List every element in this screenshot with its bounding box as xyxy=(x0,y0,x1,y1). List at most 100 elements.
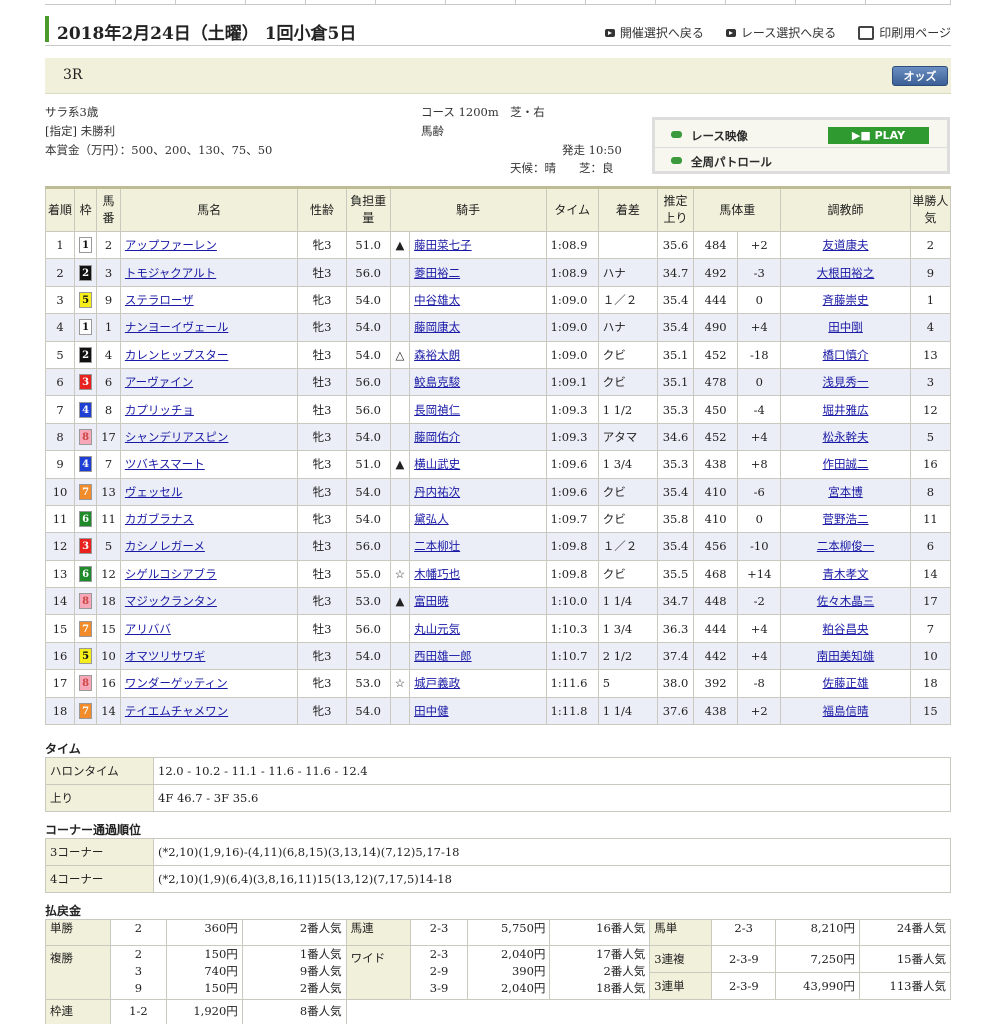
jockey-link[interactable]: 横山武史 xyxy=(414,457,460,471)
jockey-link[interactable]: 二本柳壮 xyxy=(414,539,460,553)
trainer-link-cell: 菅野浩二 xyxy=(780,504,911,534)
horse-name-link[interactable]: アップファーレン xyxy=(125,238,217,252)
horse-name-link[interactable]: アーヴァイン xyxy=(125,375,193,389)
finish-time-cell: 1:09.0 xyxy=(545,313,599,342)
trainer-link[interactable]: 菅野浩二 xyxy=(823,512,869,526)
body-weight: 410 xyxy=(704,512,727,527)
jockey-link[interactable]: 菱田裕二 xyxy=(414,266,460,280)
finish-position-cell: 14 xyxy=(44,587,76,616)
carried-weight: 56.0 xyxy=(355,539,381,554)
jockey-link[interactable]: 西田雄一郎 xyxy=(414,649,472,663)
sanrentan-yen: 43,990円 xyxy=(775,972,860,999)
jockey-link[interactable]: 丸山元気 xyxy=(414,622,460,636)
horse-name-link[interactable]: テイエムチャメワン xyxy=(125,704,228,718)
last-3f-cell: 35.1 xyxy=(656,367,695,397)
finish-time-cell: 1:09.8 xyxy=(545,532,599,561)
horse-name-link[interactable]: ステラローザ xyxy=(125,293,194,307)
horse-name-link[interactable]: トモジャクアルト xyxy=(125,266,216,280)
back-to-race-link[interactable]: レース選択へ戻る xyxy=(725,24,836,41)
last-3f-cell: 35.4 xyxy=(656,532,695,561)
horse-name-link[interactable]: ツバキスマート xyxy=(125,457,205,471)
trainer-link[interactable]: 友道康夫 xyxy=(823,238,869,252)
trainer-link[interactable]: 堀井雅広 xyxy=(823,403,869,417)
finish-time-cell: 1:10.7 xyxy=(545,641,599,671)
finish-time: 1:09.6 xyxy=(550,484,588,499)
last-3f-cell: 35.5 xyxy=(656,559,695,589)
jockey-link[interactable]: 藤岡佑介 xyxy=(414,430,460,444)
jockey-link[interactable]: 長岡禎仁 xyxy=(414,403,460,417)
trainer-link-cell: 福島信晴 xyxy=(780,696,911,726)
sanrentan-combo: 2-3-9 xyxy=(711,972,777,999)
apprentice-mark-cell xyxy=(389,641,411,671)
jockey-link[interactable]: 丹内祐次 xyxy=(414,485,460,499)
back-to-meeting-link[interactable]: 開催選択へ戻る xyxy=(604,24,704,41)
finish-position-cell: 10 xyxy=(44,477,76,506)
jockey-link[interactable]: 中谷雄太 xyxy=(414,293,460,307)
horse-name-link[interactable]: カプリッチョ xyxy=(125,403,194,417)
trainer-link[interactable]: 青木孝文 xyxy=(823,567,869,581)
jockey-link[interactable]: 黛弘人 xyxy=(414,512,449,526)
jockey-link[interactable]: 森裕太朗 xyxy=(414,348,460,362)
odds-button[interactable]: オッズ xyxy=(892,66,948,86)
sex-age: 牡3 xyxy=(312,566,332,581)
jockey-link-cell: 田中健 xyxy=(409,696,547,726)
trainer-link[interactable]: 福島信晴 xyxy=(823,704,869,718)
last-3f-cell: 35.6 xyxy=(656,230,695,260)
jockey-link-cell: 藤田菜七子 xyxy=(409,230,547,260)
horse-name-link-cell: カプリッチョ xyxy=(119,395,299,424)
body-weight-cell: 448 xyxy=(693,587,739,616)
win-popularity: 10 xyxy=(923,649,938,664)
trainer-link[interactable]: 橋口慎介 xyxy=(823,348,869,362)
win-popularity-cell: 5 xyxy=(909,422,952,452)
trainer-link[interactable]: 宮本博 xyxy=(828,485,863,499)
jockey-link[interactable]: 木幡巧也 xyxy=(414,567,460,581)
body-weight-cell: 410 xyxy=(693,504,739,534)
jockey-link[interactable]: 城戸義政 xyxy=(414,676,460,690)
horse-name-link[interactable]: ヴェッセル xyxy=(125,485,183,499)
print-page-link[interactable]: 印刷用ページ xyxy=(858,24,951,41)
play-button[interactable]: ▶■ PLAY xyxy=(828,127,929,144)
trainer-link[interactable]: 田中剛 xyxy=(828,320,863,334)
trainer-link[interactable]: 浅見秀一 xyxy=(823,375,869,389)
trainer-link-cell: 田中剛 xyxy=(780,313,911,342)
finish-position-cell: 15 xyxy=(44,614,76,643)
apprentice-mark-cell xyxy=(389,258,411,287)
win-popularity: 4 xyxy=(926,320,935,335)
horse-name-link[interactable]: シゲルコシアブラ xyxy=(125,567,217,581)
sanrenpuku-yen: 7,250円 xyxy=(775,946,860,973)
trainer-link[interactable]: 佐藤正雄 xyxy=(823,676,869,690)
trainer-link-cell: 堀井雅広 xyxy=(780,395,911,424)
trainer-link[interactable]: 作田誠二 xyxy=(823,457,869,471)
tansho-yen: 360円 xyxy=(165,919,243,946)
carried-weight: 56.0 xyxy=(355,265,381,280)
horse-name-link[interactable]: アリババ xyxy=(125,622,171,636)
waku-badge-cell: 5 xyxy=(74,285,98,315)
horse-name-link[interactable]: カレンヒップスター xyxy=(125,348,229,362)
trainer-link[interactable]: 佐々木晶三 xyxy=(817,594,875,608)
trainer-link[interactable]: 斉藤崇史 xyxy=(823,293,869,307)
horse-number-cell: 9 xyxy=(96,285,121,315)
trainer-link[interactable]: 南田美知雄 xyxy=(817,649,875,663)
sex-age-cell: 牝3 xyxy=(297,641,347,671)
horse-name-link[interactable]: カガブラナス xyxy=(125,512,194,526)
table-row: 10 7 13 ヴェッセル 牝3 54.0 丹内祐次 1:09.6 クビ 35.4 410 -6 宮本博… xyxy=(44,477,952,506)
horse-name-link[interactable]: シャンデリアスピン xyxy=(125,430,229,444)
trainer-link[interactable]: 大根田裕之 xyxy=(817,266,875,280)
sex-age-cell: 牝3 xyxy=(297,696,347,726)
trainer-link[interactable]: 松永幹夫 xyxy=(823,430,869,444)
horse-name-link[interactable]: ワンダーゲッティン xyxy=(125,676,228,690)
jockey-link[interactable]: 富田暁 xyxy=(414,594,449,608)
race-class: サラ系3歳 xyxy=(45,105,99,119)
finish-time: 1:09.3 xyxy=(550,402,588,417)
horse-name-link[interactable]: カシノレガーメ xyxy=(125,539,205,553)
jockey-link[interactable]: 藤田菜七子 xyxy=(414,238,472,252)
jockey-link[interactable]: 鮫島克駿 xyxy=(414,375,460,389)
horse-name-link[interactable]: ナンヨーイヴェール xyxy=(125,320,229,334)
trainer-link[interactable]: 二本柳俊一 xyxy=(817,539,875,553)
patrol-video-row[interactable]: 全周パトロール xyxy=(655,149,947,174)
jockey-link[interactable]: 田中健 xyxy=(414,704,449,718)
horse-name-link[interactable]: オマツリサワギ xyxy=(125,649,206,663)
jockey-link[interactable]: 藤岡康太 xyxy=(414,320,460,334)
trainer-link[interactable]: 粕谷昌央 xyxy=(823,622,869,636)
horse-name-link[interactable]: マジックランタン xyxy=(125,594,217,608)
